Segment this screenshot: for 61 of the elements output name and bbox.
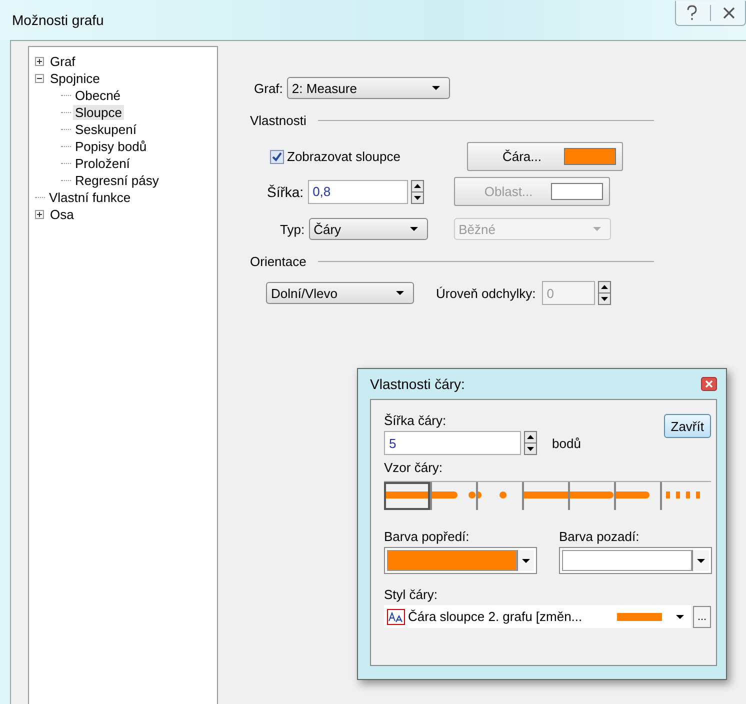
- dropdown-arrow-icon: [592, 226, 602, 232]
- dropdown-arrow-icon: [395, 290, 405, 296]
- tree-item[interactable]: Obecné: [73, 88, 123, 103]
- checkbox[interactable]: Zobrazovat sloupce: [270, 149, 450, 164]
- color-button[interactable]: Čára...: [467, 142, 623, 171]
- field-label: Barva pozadí:: [559, 529, 640, 544]
- field-label: Úroveň odchylky:: [436, 286, 536, 300]
- close-icon[interactable]: [701, 377, 717, 391]
- spinner-arrows-icon[interactable]: [598, 281, 611, 305]
- field-label: Šířka:: [267, 184, 304, 200]
- dialog-title: Vlastnosti čáry:: [370, 376, 465, 392]
- checkmark-icon: [271, 150, 283, 162]
- color-dropdown[interactable]: [559, 547, 712, 574]
- close-button[interactable]: Zavřít: [664, 414, 711, 438]
- field-label: Graf:: [254, 80, 283, 96]
- combo-value: Čáry: [314, 222, 342, 236]
- line-pattern-swatch[interactable]: [568, 482, 614, 510]
- tree-item[interactable]: Osa: [48, 207, 76, 222]
- group-heading: Vlastnosti: [250, 113, 306, 128]
- dropdown-arrow-icon: [521, 558, 531, 564]
- field-label: Typ:: [280, 222, 305, 236]
- tree-item[interactable]: Popisy bodů: [73, 139, 149, 154]
- tree-item[interactable]: Regresní pásy: [73, 173, 161, 188]
- dropdown-arrow-icon: [408, 226, 419, 232]
- field-label: Vzor čáry:: [384, 460, 444, 475]
- tree-item[interactable]: Graf: [48, 54, 78, 69]
- dropdown-arrow-icon: [675, 614, 686, 620]
- collapse-icon[interactable]: [35, 74, 44, 83]
- combo-value: 2: Measure: [292, 80, 357, 96]
- group-heading: Orientace: [250, 254, 306, 269]
- graph-dropdown[interactable]: 2: Measure: [286, 77, 450, 99]
- close-icon[interactable]: [721, 4, 737, 20]
- type-dropdown[interactable]: Čáry: [308, 218, 428, 240]
- orientation-dropdown[interactable]: Dolní/Vlevo: [266, 282, 414, 304]
- tree-item[interactable]: Vlastní funkce: [47, 190, 133, 205]
- unit-label: bodů: [552, 436, 581, 450]
- combo-value: Běžné: [458, 222, 496, 236]
- field-label: Styl čáry:: [384, 587, 438, 602]
- expand-icon[interactable]: [35, 57, 44, 66]
- text-style-icon: [387, 608, 405, 624]
- color-dropdown[interactable]: [384, 547, 537, 574]
- spinner-arrows-icon[interactable]: [524, 431, 537, 455]
- dropdown-arrow-icon: [430, 85, 441, 91]
- width-input[interactable]: 0,8: [308, 180, 408, 204]
- line-pattern-swatch[interactable]: [522, 482, 568, 510]
- line-pattern-swatch[interactable]: [384, 482, 430, 510]
- tree-item[interactable]: Seskupení: [73, 122, 138, 137]
- tree-item[interactable]: Spojnice: [48, 71, 102, 86]
- line-style-dropdown[interactable]: Čára sloupce 2. grafu [změn...: [384, 605, 692, 628]
- spinner-arrows-icon[interactable]: [410, 180, 424, 204]
- field-label: Šířka čáry:: [384, 413, 448, 428]
- line-width-input[interactable]: 5: [384, 431, 521, 455]
- tree-item[interactable]: Sloupce: [73, 105, 124, 120]
- field-label: Barva popředí:: [384, 529, 470, 544]
- line-pattern-swatch[interactable]: [430, 482, 476, 510]
- more-button[interactable]: ...: [693, 606, 711, 628]
- tree-item[interactable]: Proložení: [73, 156, 132, 171]
- dropdown-arrow-icon: [696, 558, 706, 564]
- window-title: Možnosti grafu: [12, 12, 104, 28]
- expand-icon[interactable]: [35, 210, 44, 219]
- combo-value: Dolní/Vlevo: [271, 286, 338, 300]
